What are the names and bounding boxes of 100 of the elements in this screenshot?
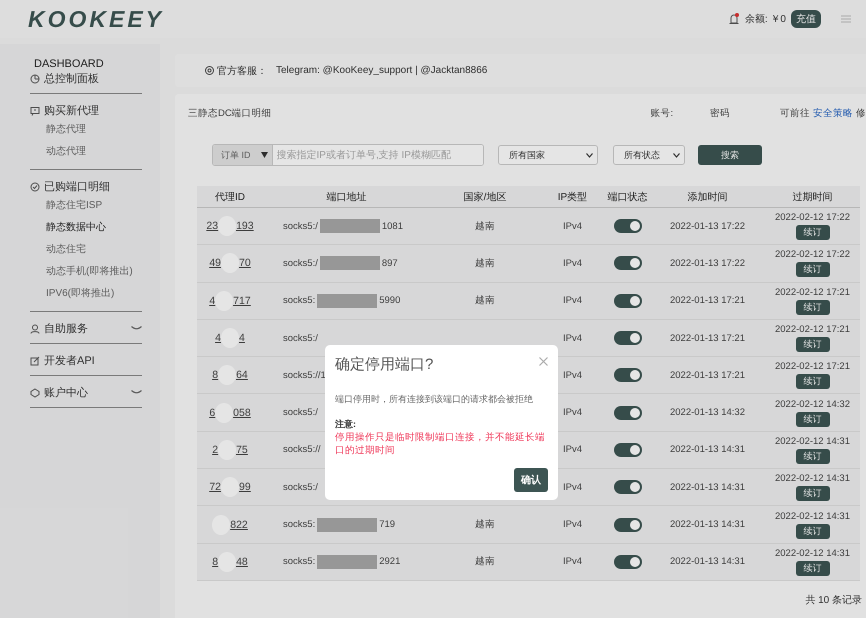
proxy-id-link[interactable]: 2	[212, 444, 218, 456]
security-policy-link[interactable]: 安全策略	[813, 106, 853, 120]
redaction-mark	[218, 552, 236, 572]
user-icon	[30, 324, 40, 334]
redaction-mark	[221, 477, 239, 498]
proxy-id-link[interactable]: 4	[215, 332, 221, 344]
redaction-mark	[221, 328, 239, 348]
table-cell: 2022-01-13 14:31	[670, 556, 745, 568]
proxy-id-link[interactable]: 23	[206, 220, 218, 232]
sidebar-subitem[interactable]: 静态数据中心	[30, 216, 142, 238]
renew-button[interactable]: 续订	[796, 225, 830, 240]
table-cell: 2022-02-12 17:22	[774, 212, 850, 224]
sidebar-subitem[interactable]: 静态住宅ISP	[30, 194, 142, 216]
column-header: 国家/地区	[462, 190, 508, 204]
port-toggle[interactable]	[614, 368, 642, 382]
redaction-mark	[320, 219, 380, 234]
proxy-id-link[interactable]: 49	[209, 257, 221, 270]
recharge-button[interactable]: 充值	[791, 10, 821, 28]
port-toggle[interactable]	[614, 331, 642, 346]
port-toggle[interactable]	[614, 518, 642, 532]
proxy-id-link[interactable]: 48	[236, 556, 248, 568]
table-cell: 2022-01-13 17:21	[670, 370, 745, 381]
sidebar-item[interactable]: 自助服务	[30, 321, 142, 336]
proxy-id-link[interactable]: 75	[236, 444, 248, 456]
table-cell: 2022-02-12 14:31	[774, 473, 850, 484]
renew-button[interactable]: 续订	[796, 524, 830, 539]
table-cell: 2022-02-12 17:22	[774, 249, 850, 260]
proxy-id-link[interactable]: 717	[233, 294, 251, 307]
address-text: socks5:/	[283, 220, 318, 232]
renew-button[interactable]: 续订	[796, 262, 830, 278]
chevron-down-icon	[586, 152, 593, 158]
bell-icon[interactable]	[728, 12, 740, 26]
table-cell: IPv4	[562, 370, 582, 381]
table-cell: IPv4	[562, 220, 582, 232]
renew-button[interactable]: 续订	[796, 300, 830, 315]
proxy-id-link[interactable]: 8	[212, 556, 218, 568]
sidebar-subitem[interactable]: 动态代理	[30, 140, 142, 162]
redaction-mark	[218, 440, 236, 460]
proxy-id-link[interactable]: 058	[233, 406, 251, 419]
renew-button[interactable]: 续订	[796, 337, 830, 352]
edit-icon	[30, 356, 40, 366]
balance-text: 余额: ￥0	[744, 12, 786, 26]
note-label: 注意:	[335, 418, 357, 431]
sidebar-subitem[interactable]: 静态代理	[30, 118, 142, 140]
proxy-id-link[interactable]: 4	[209, 294, 216, 307]
table-cell: 越南	[475, 294, 495, 308]
proxy-id-link[interactable]: 64	[236, 369, 248, 382]
sidebar-subitem[interactable]: IPV6(即将推出)	[30, 282, 142, 304]
port-toggle[interactable]	[614, 554, 642, 569]
sidebar-subitem[interactable]: 动态手机(即将推出)	[30, 260, 142, 282]
country-select[interactable]: 所有国家	[498, 145, 598, 165]
port-toggle[interactable]	[614, 256, 642, 270]
port-toggle[interactable]	[614, 219, 642, 234]
sidebar-item[interactable]: 已购端口明细	[30, 179, 142, 194]
status-select[interactable]: 所有状态	[613, 145, 685, 165]
sidebar-item[interactable]: 总控制面板	[30, 71, 142, 86]
renew-button[interactable]: 续订	[796, 412, 830, 427]
table-cell: 2022-01-13 14:31	[670, 444, 745, 456]
proxy-id-link[interactable]: 99	[239, 481, 251, 494]
address-text: socks5:	[283, 556, 316, 568]
renew-button[interactable]: 续订	[796, 448, 830, 464]
chevron-down-icon	[131, 390, 142, 396]
proxy-id-link[interactable]: 70	[239, 257, 251, 270]
port-toggle[interactable]	[614, 480, 642, 494]
table-cell: 2022-02-12 14:31	[774, 548, 850, 559]
column-header: 端口地址	[326, 190, 368, 204]
port-toggle[interactable]	[614, 406, 642, 420]
table-cell: 2022-02-12 14:32	[774, 398, 850, 410]
port-toggle[interactable]	[614, 294, 642, 308]
sidebar-item[interactable]: 开发者API	[30, 353, 142, 368]
sidebar-item[interactable]: 账户中心	[30, 385, 142, 400]
redaction-mark	[218, 365, 236, 386]
table-cell: 2022-02-12 17:21	[774, 361, 850, 372]
proxy-id-link[interactable]: 72	[209, 481, 221, 494]
renew-button[interactable]: 续订	[796, 560, 830, 576]
address-text: socks5:	[283, 295, 316, 306]
panel-title: 三静态DC端口明细	[188, 106, 273, 120]
sidebar-subitem[interactable]: 动态住宅	[30, 238, 142, 260]
proxy-id-link[interactable]: 4	[239, 332, 245, 344]
search-field[interactable]: 订单 ID 搜索指定IP或者订单号,支持 IP模糊匹配	[212, 144, 484, 166]
sidebar-title: DASHBOARD	[34, 58, 105, 70]
confirm-button[interactable]: 确认	[514, 468, 548, 492]
table-cell: 2022-01-13 14:31	[670, 482, 745, 493]
proxy-id-link[interactable]: 6	[209, 406, 216, 419]
redaction-mark	[215, 402, 234, 423]
address-text: socks5:/	[283, 258, 318, 269]
proxy-id-link[interactable]: 193	[236, 220, 254, 232]
proxy-id-link[interactable]: 822	[230, 518, 248, 531]
port-toggle[interactable]	[614, 442, 642, 457]
search-button[interactable]: 搜索	[698, 145, 762, 165]
dialog-message: 端口停用时，所有连接到该端口的请求都会被拒绝	[335, 393, 534, 406]
column-header: 代理ID	[214, 190, 246, 204]
redaction-mark	[317, 554, 378, 569]
table-cell: 越南	[475, 220, 495, 233]
renew-button[interactable]: 续订	[796, 486, 830, 502]
address-text: 2921	[379, 556, 400, 568]
sidebar-item[interactable]: 购买新代理	[30, 103, 142, 118]
proxy-id-link[interactable]: 8	[212, 369, 218, 382]
renew-button[interactable]: 续订	[796, 374, 830, 390]
redaction-mark	[221, 253, 239, 274]
